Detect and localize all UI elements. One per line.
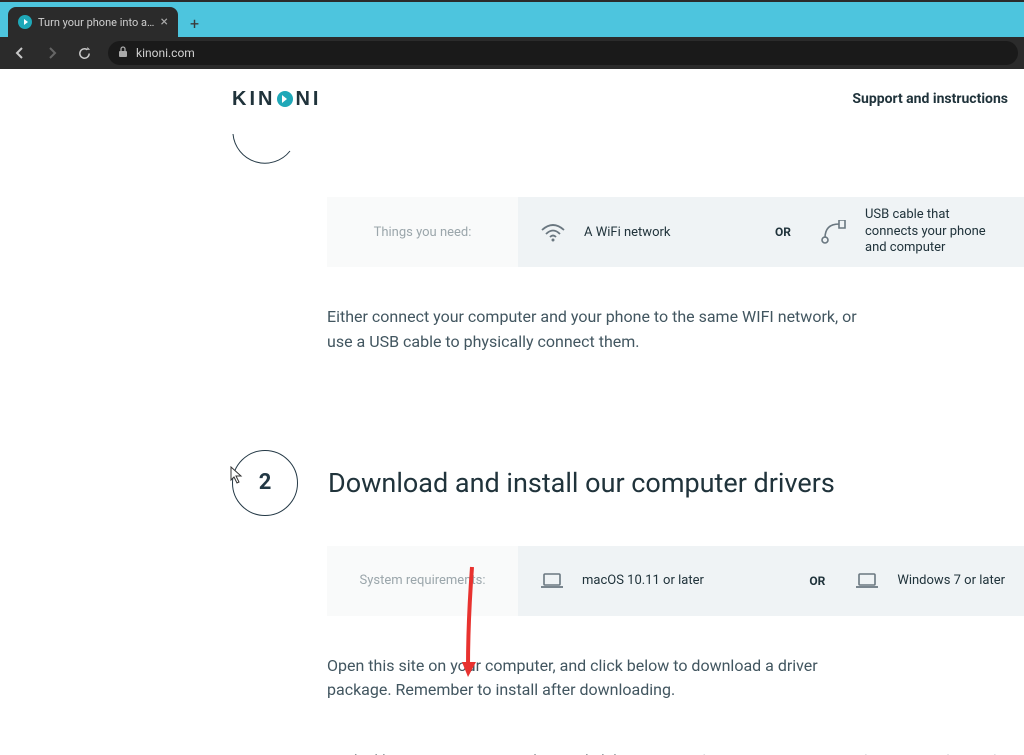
new-tab-button[interactable]: +	[178, 14, 211, 37]
forward-button[interactable]	[38, 39, 66, 67]
step2-title: Download and install our computer driver…	[328, 467, 835, 499]
os-alternative-text: Did we get it wrong? Get the macOS drive…	[683, 751, 1024, 755]
usb-cable-icon	[821, 220, 847, 244]
laptop-icon-2	[855, 572, 879, 590]
usb-text: USB cable that connects your phone and c…	[865, 207, 1005, 258]
lock-icon	[118, 46, 128, 61]
browser-tab[interactable]: Turn your phone into a wireless w ×	[8, 7, 178, 37]
os-detected-text: Looks like you are using Windows. Click …	[327, 751, 648, 755]
back-button[interactable]	[6, 39, 34, 67]
url-text: kinoni.com	[136, 46, 195, 60]
laptop-icon	[540, 572, 564, 590]
tab-close-icon[interactable]: ×	[161, 14, 168, 30]
browser-toolbar: kinoni.com	[0, 37, 1024, 69]
step1-requirements: Things you need: A WiFi network OR USB c…	[327, 197, 1024, 267]
wifi-text: A WiFi network	[584, 225, 670, 240]
step1-description: Either connect your computer and your ph…	[327, 305, 867, 355]
or-divider: OR	[767, 197, 799, 267]
tab-favicon-icon	[18, 15, 32, 29]
browser-tab-bar: Turn your phone into a wireless w × +	[0, 2, 1024, 37]
step2-requirements: System requirements: macOS 10.11 or late…	[327, 546, 1024, 616]
req-label: Things you need:	[327, 197, 518, 267]
win-req-text: Windows 7 or later	[897, 573, 1005, 588]
mac-req-text: macOS 10.11 or later	[582, 573, 704, 588]
reload-button[interactable]	[70, 39, 98, 67]
address-bar[interactable]: kinoni.com	[108, 41, 1018, 65]
site-header: KINNI Support and instructions	[0, 69, 1024, 129]
step-1-circle	[232, 101, 298, 167]
step-2-circle: 2	[232, 450, 298, 516]
tab-title: Turn your phone into a wireless w	[38, 16, 155, 29]
wifi-icon	[540, 222, 566, 242]
step2-description: Open this site on your computer, and cli…	[327, 654, 867, 704]
or-divider-2: OR	[801, 546, 833, 616]
req-label-2: System requirements:	[327, 546, 518, 616]
support-link[interactable]: Support and instructions	[852, 91, 1008, 107]
